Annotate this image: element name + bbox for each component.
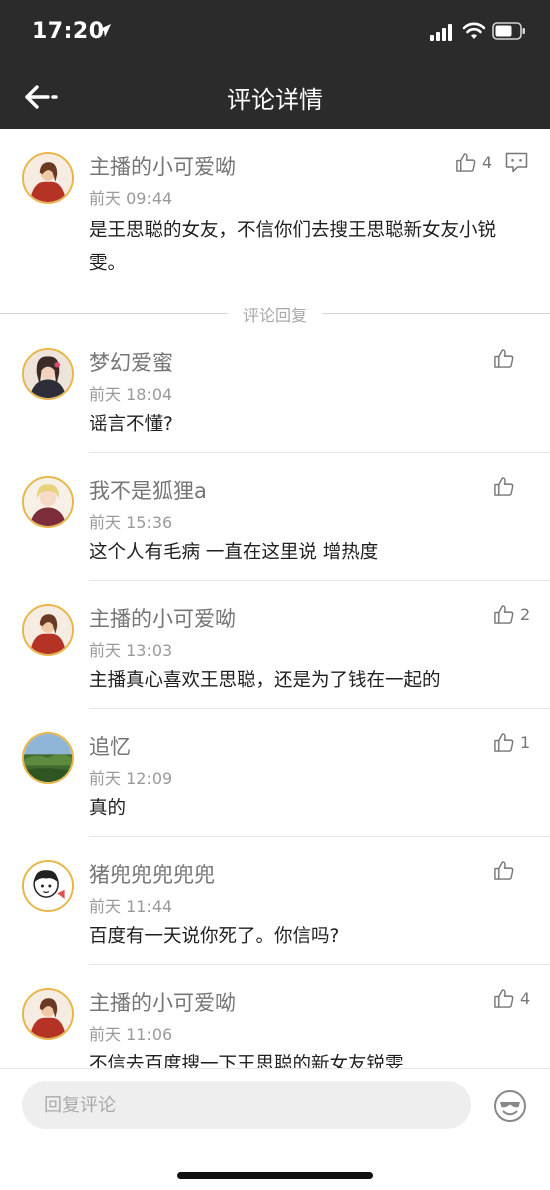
reply-time: 前天 18:04 bbox=[89, 385, 173, 404]
main-comment: 主播的小可爱呦 前天 09:44 4 是王思聪的女友，不信你们去搜王思聪新女友小… bbox=[0, 129, 550, 299]
status-bar: 17:20 bbox=[0, 0, 550, 66]
avatar[interactable] bbox=[22, 732, 74, 784]
signal-icon bbox=[430, 24, 452, 41]
like-count: 1 bbox=[520, 732, 531, 752]
thumbs-up-icon bbox=[494, 604, 514, 624]
wifi-icon bbox=[462, 22, 486, 39]
reply-time: 前天 11:06 bbox=[89, 1025, 173, 1044]
like-button[interactable] bbox=[493, 346, 520, 370]
location-arrow-icon bbox=[98, 24, 111, 37]
reply-input[interactable] bbox=[22, 1081, 471, 1129]
page-title: 评论详情 bbox=[227, 86, 323, 114]
like-button[interactable]: 2 bbox=[493, 602, 530, 626]
reply-username[interactable]: 主播的小可爱呦 bbox=[89, 987, 236, 1017]
like-button[interactable]: 4 bbox=[493, 986, 530, 1010]
comment-thread[interactable]: 主播的小可爱呦 前天 09:44 4 是王思聪的女友，不信你们去搜王思聪新女友小… bbox=[0, 129, 550, 1068]
reply-bubble-icon[interactable] bbox=[505, 152, 528, 173]
like-count: 2 bbox=[520, 604, 531, 624]
avatar[interactable] bbox=[22, 604, 74, 656]
reply-username[interactable]: 我不是狐狸a bbox=[89, 475, 207, 505]
reply-time: 前天 13:03 bbox=[89, 641, 173, 660]
avatar[interactable] bbox=[22, 476, 74, 528]
avatar[interactable] bbox=[22, 348, 74, 400]
top-bar: 17:20 评论详情 bbox=[0, 0, 550, 129]
thumbs-up-icon bbox=[494, 860, 514, 880]
like-count: 4 bbox=[482, 152, 493, 172]
divider-label: 评论回复 bbox=[242, 306, 307, 325]
comment-time: 前天 09:44 bbox=[89, 189, 173, 208]
avatar[interactable] bbox=[22, 152, 74, 204]
thumbs-up-icon bbox=[494, 348, 514, 368]
reply-item: 主播的小可爱呦 前天 13:03 2 主播真心喜欢王思聪，还是为了钱在一起的 bbox=[0, 581, 550, 709]
emoji-face-icon[interactable] bbox=[493, 1089, 527, 1123]
like-button[interactable] bbox=[493, 474, 520, 498]
reply-username[interactable]: 梦幻爱蜜 bbox=[89, 347, 173, 377]
like-button[interactable]: 4 bbox=[455, 150, 492, 174]
avatar[interactable] bbox=[22, 988, 74, 1040]
home-indicator bbox=[177, 1172, 373, 1179]
battery-icon bbox=[492, 22, 525, 40]
thumbs-up-icon bbox=[494, 732, 514, 752]
divider-line-right bbox=[322, 313, 550, 314]
reply-item: 追忆 前天 12:09 1 真的 bbox=[0, 709, 550, 837]
like-button[interactable] bbox=[493, 858, 520, 882]
thumbs-up-icon bbox=[494, 988, 514, 1008]
reply-item: 梦幻爱蜜 前天 18:04 谣言不懂? bbox=[0, 325, 550, 453]
comment-text: 是王思聪的女友，不信你们去搜王思聪新女友小锐雯。 bbox=[89, 220, 497, 274]
thumbs-up-icon bbox=[494, 476, 514, 496]
reply-username[interactable]: 主播的小可爱呦 bbox=[89, 603, 236, 633]
reply-section-divider: 评论回复 bbox=[0, 302, 550, 325]
like-count: 4 bbox=[520, 988, 531, 1008]
reply-text: 主播真心喜欢王思聪，还是为了钱在一起的 bbox=[89, 670, 441, 691]
like-button[interactable]: 1 bbox=[493, 730, 530, 754]
reply-bar bbox=[0, 1068, 550, 1190]
comment-username[interactable]: 主播的小可爱呦 bbox=[89, 151, 236, 181]
reply-time: 前天 11:44 bbox=[89, 897, 173, 916]
reply-time: 前天 15:36 bbox=[89, 513, 173, 532]
thumbs-up-icon bbox=[456, 152, 476, 172]
reply-item: 猪兜兜兜兜兜 前天 11:44 百度有一天说你死了。你信吗? bbox=[0, 837, 550, 965]
reply-time: 前天 12:09 bbox=[89, 769, 173, 788]
reply-text: 谣言不懂? bbox=[89, 414, 173, 435]
reply-text: 这个人有毛病 一直在这里说 增热度 bbox=[89, 542, 379, 563]
reply-item: 主播的小可爱呦 前天 11:06 4 不信去百度搜一下王思聪的新女友锐雯 bbox=[0, 965, 550, 1068]
reply-username[interactable]: 猪兜兜兜兜兜 bbox=[89, 859, 215, 889]
reply-text: 真的 bbox=[89, 798, 127, 819]
status-time: 17:20 bbox=[32, 19, 105, 44]
reply-text: 不信去百度搜一下王思聪的新女友锐雯 bbox=[89, 1054, 404, 1068]
avatar[interactable] bbox=[22, 860, 74, 912]
reply-username[interactable]: 追忆 bbox=[89, 731, 131, 761]
reply-item: 我不是狐狸a 前天 15:36 这个人有毛病 一直在这里说 增热度 bbox=[0, 453, 550, 581]
reply-text: 百度有一天说你死了。你信吗? bbox=[89, 926, 340, 947]
